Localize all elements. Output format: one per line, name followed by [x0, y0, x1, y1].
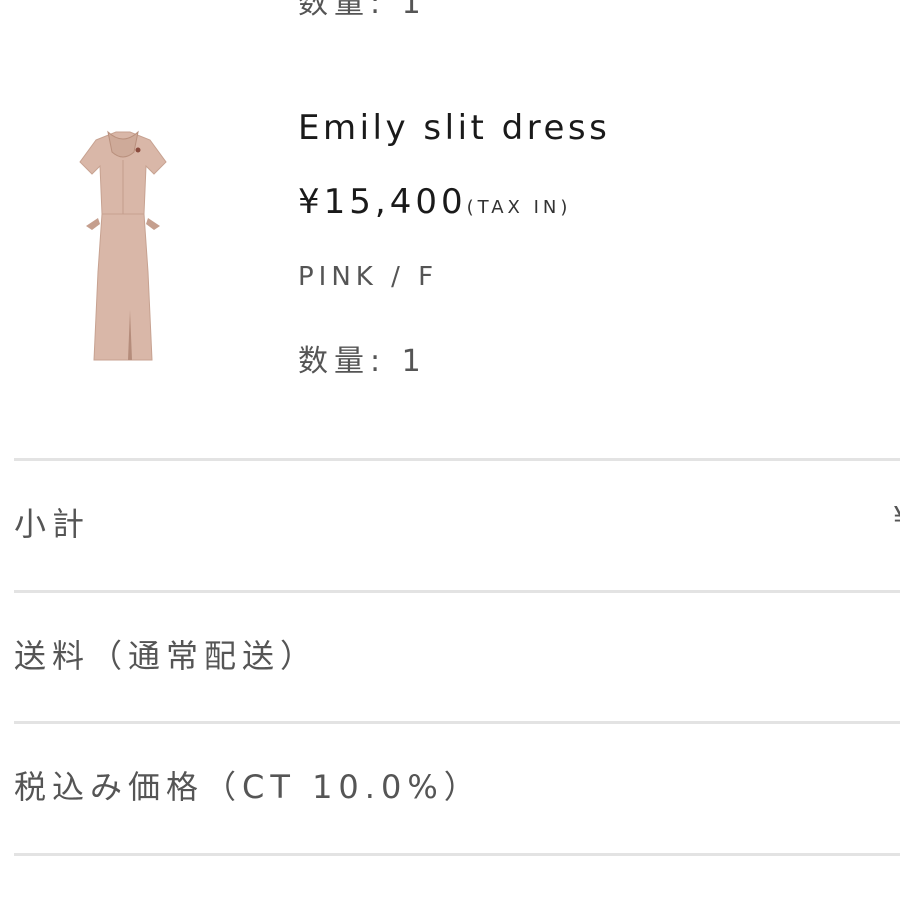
- price-value: ¥15,400: [298, 182, 467, 222]
- tax-included-label: 税込み価格（CT 10.0%）: [14, 768, 482, 806]
- cart-item: Emily slit dress ¥15,400(TAX IN) PINK / …: [0, 100, 900, 420]
- shipping-label: 送料（通常配送）: [14, 637, 319, 675]
- subtotal-value: ¥: [893, 501, 900, 536]
- divider: [14, 853, 900, 856]
- product-name[interactable]: Emily slit dress: [298, 108, 610, 148]
- subtotal-label: 小計: [14, 505, 91, 543]
- summary-row-tax: 税込み価格（CT 10.0%）: [14, 724, 900, 850]
- tax-note: (TAX IN): [466, 197, 572, 218]
- dress-icon: [79, 130, 167, 361]
- product-image[interactable]: [58, 122, 188, 367]
- product-quantity: 数量: 1: [298, 344, 427, 379]
- summary-row-subtotal: 小計 ¥: [14, 461, 900, 587]
- cart-page: 数量: 1 Emily slit dress ¥15,400(TAX IN) P…: [0, 0, 900, 900]
- product-variant: PINK / F: [298, 262, 439, 292]
- previous-item-quantity: 数量: 1: [298, 0, 427, 21]
- product-price: ¥15,400(TAX IN): [298, 182, 571, 222]
- summary-row-shipping: 送料（通常配送）: [14, 593, 900, 719]
